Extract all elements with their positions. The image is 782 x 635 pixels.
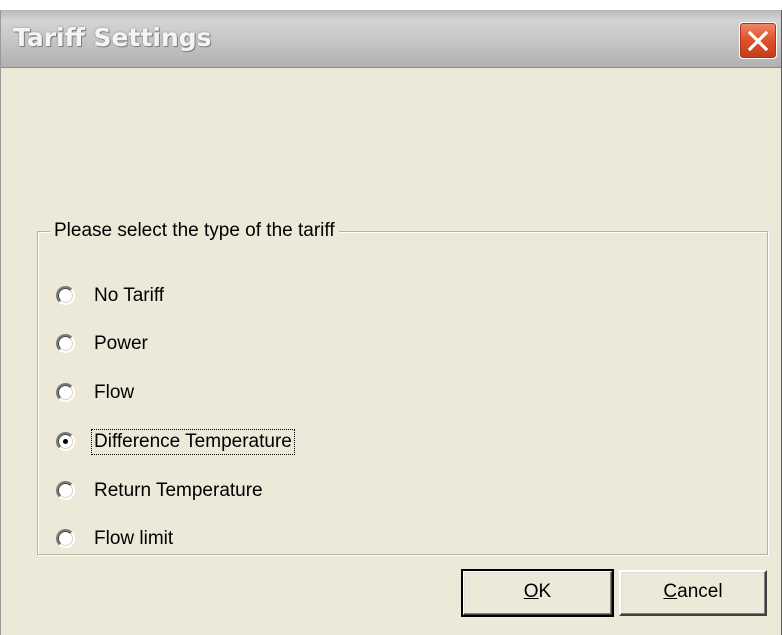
- ok-button[interactable]: OK: [461, 569, 614, 617]
- radio-label[interactable]: Flow: [92, 381, 136, 405]
- radio-label[interactable]: Return Temperature: [92, 479, 265, 503]
- title-bar[interactable]: Tariff Settings: [1, 10, 781, 68]
- radio-button[interactable]: [56, 383, 75, 402]
- radio-button[interactable]: [56, 529, 75, 548]
- radio-selected-dot: [63, 439, 68, 444]
- dialog-title: Tariff Settings: [13, 23, 212, 52]
- ok-button-label: OK: [523, 581, 552, 602]
- radio-button[interactable]: [56, 286, 75, 305]
- tariff-type-legend: Please select the type of the tariff: [50, 219, 339, 243]
- cancel-button[interactable]: Cancel: [619, 570, 767, 616]
- close-button[interactable]: [739, 22, 777, 59]
- radio-label[interactable]: Flow limit: [92, 527, 175, 551]
- cancel-button-label: Cancel: [663, 581, 723, 602]
- tariff-settings-dialog: Tariff Settings Please select the type o…: [0, 10, 782, 635]
- radio-label[interactable]: No Tariff: [92, 284, 166, 308]
- radio-label[interactable]: Difference Temperature: [91, 429, 295, 455]
- radio-button-selected[interactable]: [56, 432, 75, 451]
- tariff-type-groupbox: Please select the type of the tariff No …: [37, 219, 768, 555]
- radio-button[interactable]: [56, 334, 75, 353]
- close-icon: [748, 31, 768, 51]
- radio-button[interactable]: [56, 481, 75, 500]
- radio-label[interactable]: Power: [92, 332, 150, 356]
